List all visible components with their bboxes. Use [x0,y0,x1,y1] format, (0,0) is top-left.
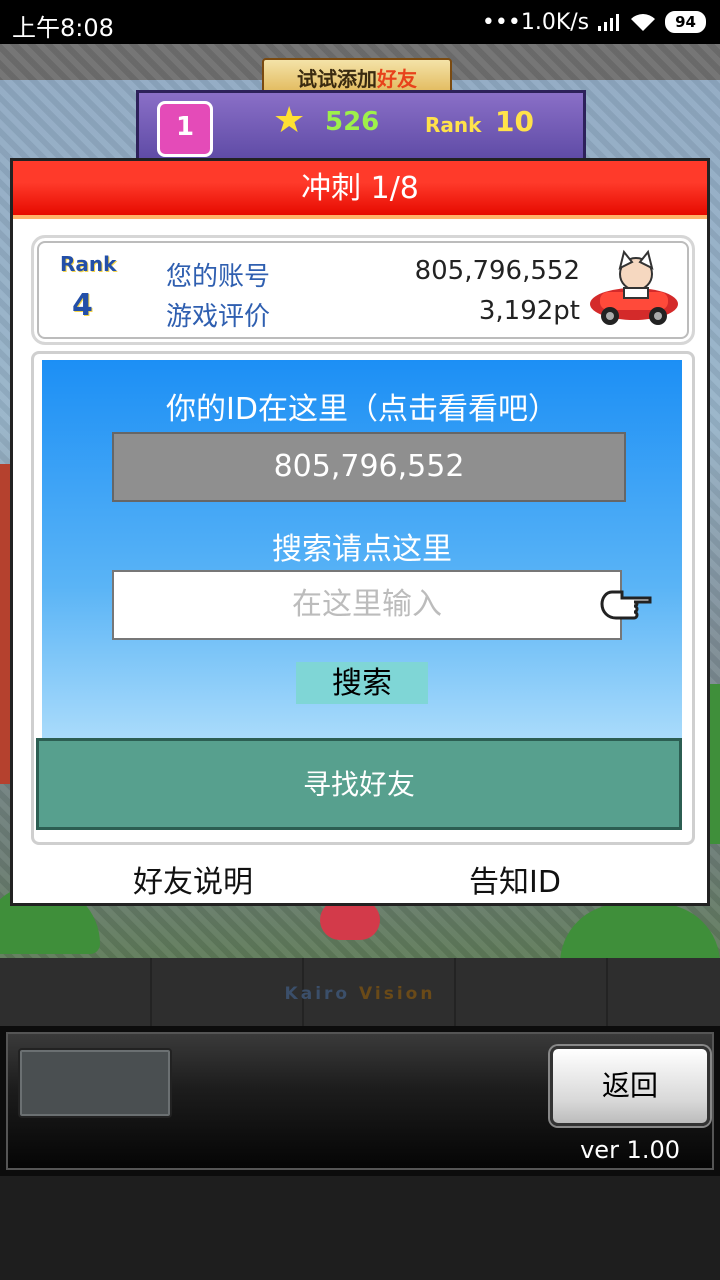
notify-id-link[interactable]: 告知ID [469,857,561,901]
flower-decoration [320,900,380,940]
id-search-panel: 你的ID在这里（点击看看吧） 805,796,552 搜索请点这里 在这里输入 … [42,360,682,738]
account-info: Rank 4 您的账号 805,796,552 游戏评价 3,192pt [31,235,695,345]
wifi-icon [631,14,656,31]
friend-help-link[interactable]: 好友说明 [133,857,253,901]
version-label: ver 1.00 [580,1136,680,1164]
car-avatar-icon [590,249,678,325]
my-id-display[interactable]: 805,796,552 [112,432,626,502]
star-icon: ★ [273,100,306,141]
battery-indicator: 94 [665,11,706,33]
friend-id-input[interactable]: 在这里输入 [112,570,622,640]
find-friend-button[interactable]: 寻找好友 [36,738,682,830]
nav-area [0,1176,720,1280]
network-speed: •••1.0K/s [481,9,590,35]
rank-value: 10 [495,105,534,138]
status-bar: 上午8:08 •••1.0K/s 94 [0,0,720,44]
pointing-hand-icon [600,590,652,620]
left-empty-button[interactable] [18,1048,172,1118]
status-right: •••1.0K/s 94 [482,8,706,36]
rating-label: 游戏评价 [166,302,271,332]
rank-label: Rank [425,113,482,137]
id-heading: 你的ID在这里（点击看看吧） [166,392,558,427]
signal-icon [598,14,620,31]
back-button[interactable]: 返回 [550,1046,710,1126]
rating-value: 3,192pt [478,296,580,326]
rank-number: 4 [72,288,93,323]
player-stats-panel: 1 ★ 526 Rank 10 [136,90,586,168]
kairo-vision-logo: Kairo Vision [0,984,720,1004]
search-button[interactable]: 搜索 [296,662,428,704]
star-count: 526 [325,107,380,137]
search-heading: 搜索请点这里 [272,532,452,567]
tree-decoration [560,904,720,959]
rank-tag: Rank [60,252,117,276]
friend-dialog: 冲刺 1/8 Rank 4 您的账号 805,796,552 游戏评价 3,19… [10,158,710,906]
id-search-frame: 你的ID在这里（点击看看吧） 805,796,552 搜索请点这里 在这里输入 … [31,351,695,845]
banner-highlight: 好友 [377,66,417,91]
banner-text: 试试添加 [297,66,377,91]
dialog-title: 冲刺 1/8 [13,161,707,219]
logo-part2: Vision [359,984,436,1004]
status-time: 上午8:08 [12,14,114,42]
account-value: 805,796,552 [414,256,580,286]
account-label: 您的账号 [166,262,271,292]
logo-part1: Kairo [284,984,351,1004]
level-badge: 1 [157,101,213,157]
